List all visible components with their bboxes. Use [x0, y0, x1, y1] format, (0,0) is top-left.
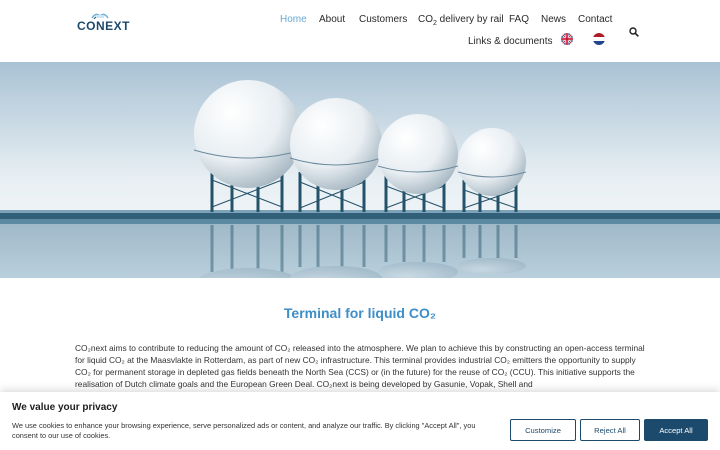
- logo-text[interactable]: CONEXT: [77, 19, 130, 33]
- nl-flag-icon[interactable]: [593, 33, 605, 45]
- nav-news[interactable]: News: [541, 14, 566, 25]
- reject-all-button[interactable]: Reject All: [580, 419, 640, 441]
- cookie-consent-banner: We value your privacy We use cookies to …: [0, 392, 720, 450]
- nav-contact[interactable]: Contact: [578, 14, 612, 25]
- nav-customers[interactable]: Customers: [359, 14, 407, 25]
- lng-tanks-illustration: [0, 62, 720, 278]
- nav-co2-suffix: delivery by rail: [436, 14, 504, 25]
- cookie-title: We value your privacy: [12, 402, 118, 413]
- cookie-description: We use cookies to enhance your browsing …: [12, 421, 476, 440]
- search-icon[interactable]: [629, 27, 639, 37]
- nav-home[interactable]: Home: [280, 14, 307, 25]
- intro-paragraph: CO₂next aims to contribute to reducing t…: [75, 343, 645, 389]
- nav-co2-prefix: CO: [418, 14, 433, 25]
- customize-button[interactable]: Customize: [510, 419, 576, 441]
- uk-flag-icon[interactable]: [561, 33, 573, 45]
- accept-all-button[interactable]: Accept All: [644, 419, 708, 441]
- nav-co2-delivery[interactable]: CO2 delivery by rail: [418, 14, 504, 27]
- nav-about[interactable]: About: [319, 14, 345, 25]
- page-title: Terminal for liquid CO₂: [283, 305, 437, 321]
- nav-links-documents[interactable]: Links & documents: [468, 36, 553, 47]
- hero-image: [0, 62, 720, 278]
- nav-faq[interactable]: FAQ: [509, 14, 529, 25]
- site-header: CONEXT Home About Customers CO2 delivery…: [0, 0, 720, 62]
